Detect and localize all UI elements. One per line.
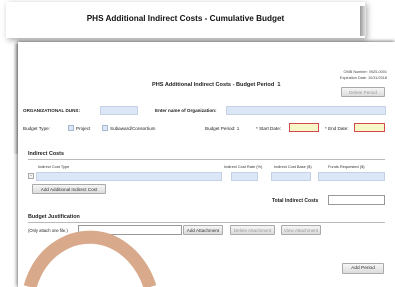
expiration-date: Expiration Date: 10/31/2018 bbox=[339, 76, 387, 80]
org-name-label: Enter name of Organization: bbox=[155, 108, 217, 113]
col-indirect-type: Indirect Cost Type bbox=[38, 164, 70, 169]
section-divider bbox=[28, 222, 385, 223]
total-indirect-label: Total Indirect Costs bbox=[272, 198, 319, 204]
indirect-type-field[interactable] bbox=[36, 172, 222, 181]
end-date-label: * End Date: bbox=[325, 126, 349, 131]
indirect-costs-header: Indirect Costs bbox=[28, 151, 64, 157]
cumulative-budget-page: PHS Additional Indirect Costs - Cumulati… bbox=[6, 2, 365, 38]
page-title-period: 1 bbox=[277, 82, 281, 88]
org-name-field[interactable] bbox=[226, 106, 386, 115]
page-shadow bbox=[360, 6, 366, 36]
start-date-field[interactable] bbox=[289, 123, 319, 132]
project-checkbox[interactable] bbox=[68, 125, 74, 131]
funds-requested-field[interactable] bbox=[318, 172, 385, 181]
subaward-checkbox[interactable] bbox=[102, 125, 108, 131]
project-option-label: Project bbox=[76, 126, 91, 131]
duns-field[interactable] bbox=[100, 106, 138, 115]
attachment-filename-field bbox=[78, 225, 182, 235]
add-indirect-cost-button[interactable]: Add Additional Indirect Cost bbox=[32, 184, 106, 194]
subaward-option-label: Subaward/Consortium bbox=[110, 126, 156, 131]
indirect-rate-field[interactable] bbox=[231, 172, 258, 181]
budget-period-label-text: Budget Period: bbox=[205, 126, 236, 131]
total-indirect-field bbox=[328, 195, 385, 205]
start-date-label: * Start Date: bbox=[256, 126, 282, 131]
delete-period-button[interactable]: Delete Period bbox=[341, 87, 385, 97]
section-divider bbox=[28, 159, 385, 160]
budget-period-page: OMB Number: 0925-0001 Expiration Date: 1… bbox=[18, 42, 395, 287]
remove-row-icon[interactable]: − bbox=[28, 173, 34, 179]
end-date-field[interactable] bbox=[354, 123, 385, 132]
delete-attachment-button[interactable]: Delete Attachment bbox=[230, 225, 275, 235]
view-attachment-button[interactable]: View Attachment bbox=[281, 225, 321, 235]
page-title: PHS Additional Indirect Costs - Budget P… bbox=[152, 82, 280, 88]
budget-period-value: 1 bbox=[236, 126, 240, 131]
add-attachment-button[interactable]: Add Attachment bbox=[183, 225, 223, 235]
indirect-base-field[interactable] bbox=[271, 172, 311, 181]
col-indirect-rate: Indirect Cost Rate (%) bbox=[224, 164, 263, 169]
col-funds-requested: Funds Requested ($) bbox=[328, 164, 365, 169]
col-indirect-base: Indirect Cost Base ($) bbox=[274, 164, 312, 169]
page-title-text: PHS Additional Indirect Costs - Budget P… bbox=[152, 82, 275, 88]
duns-label: ORGANIZATIONAL DUNS: bbox=[23, 108, 80, 113]
budget-type-label: Budget Type: bbox=[23, 126, 50, 131]
cumulative-budget-title: PHS Additional Indirect Costs - Cumulati… bbox=[86, 14, 285, 23]
attach-hint: (Only attach one file.) bbox=[28, 228, 68, 233]
add-period-button[interactable]: Add Period bbox=[342, 263, 384, 274]
budget-justification-header: Budget Justification bbox=[28, 214, 80, 220]
omb-info: OMB Number: 0925-0001 Expiration Date: 1… bbox=[340, 69, 387, 81]
budget-period-label: Budget Period: 1 bbox=[205, 126, 239, 131]
